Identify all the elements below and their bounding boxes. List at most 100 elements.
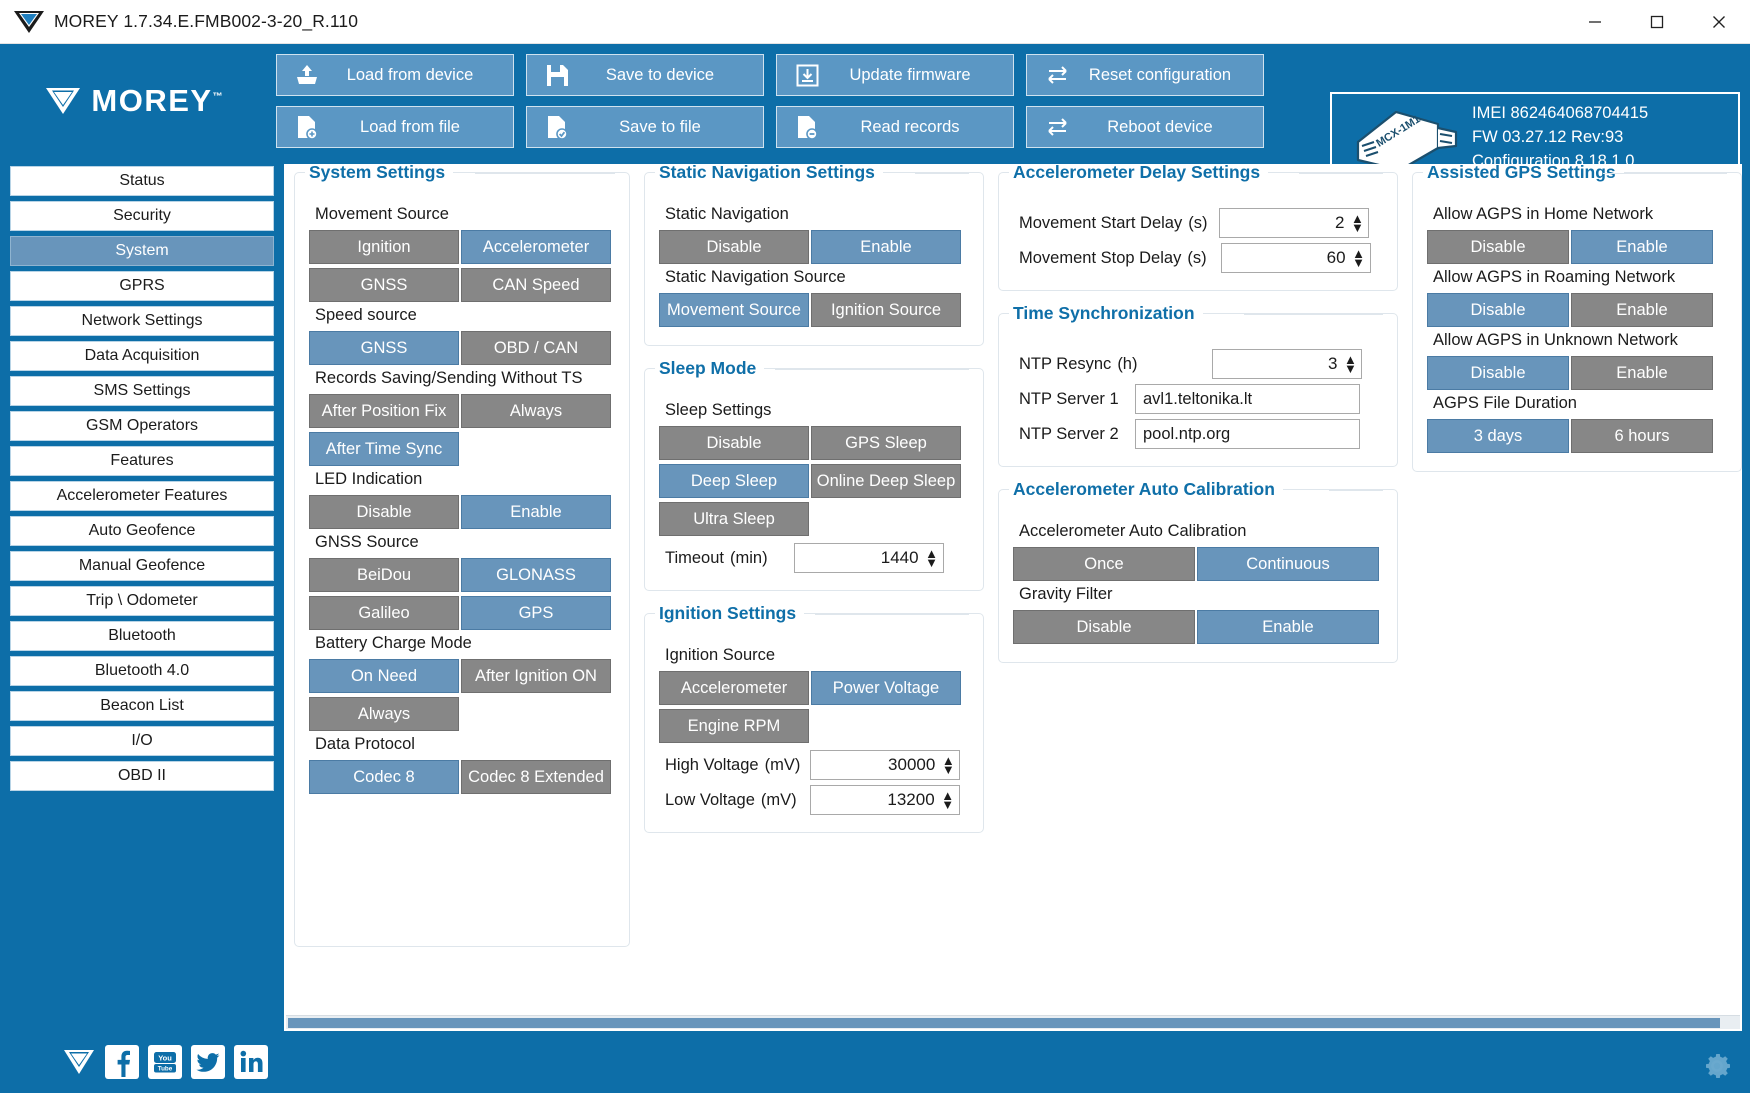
ignition-source-option-accelerometer[interactable]: Accelerometer: [659, 671, 809, 705]
movement-source-option-ignition[interactable]: Ignition: [309, 230, 459, 264]
ignition-source-option-power-voltage[interactable]: Power Voltage: [811, 671, 961, 705]
sidebar-item-gprs[interactable]: GPRS: [10, 271, 274, 301]
data-protocol-options: Codec 8 Codec 8 Extended: [309, 760, 615, 796]
static-nav-source-option-movement-source[interactable]: Movement Source: [659, 293, 809, 327]
ntp-resync-stepper[interactable]: 3 ▲ ▼: [1212, 349, 1363, 379]
ntp-server-1-input[interactable]: avl1.teltonika.lt: [1135, 384, 1360, 414]
data-protocol-option-codec-8-extended[interactable]: Codec 8 Extended: [461, 760, 611, 794]
gnss-source-option-beidou[interactable]: BeiDou: [309, 558, 459, 592]
movement-source-option-gnss[interactable]: GNSS: [309, 268, 459, 302]
ignition-source-option-engine-rpm[interactable]: Engine RPM: [659, 709, 809, 743]
ntp-server-2-input[interactable]: pool.ntp.org: [1135, 419, 1360, 449]
load-from-device-button[interactable]: Load from device: [276, 54, 514, 96]
gnss-source-option-gps[interactable]: GPS: [461, 596, 611, 630]
close-button[interactable]: [1688, 0, 1750, 44]
sleep-option-online-deep-sleep[interactable]: Online Deep Sleep: [811, 464, 961, 498]
maximize-button[interactable]: [1626, 0, 1688, 44]
update-firmware-button[interactable]: Update firmware: [776, 54, 1014, 96]
movement-stop-delay-stepper[interactable]: 60 ▲ ▼: [1220, 243, 1371, 273]
static-navigation-option-enable[interactable]: Enable: [811, 230, 961, 264]
sleep-option-disable[interactable]: Disable: [659, 426, 809, 460]
agps-unknown-network-option-disable[interactable]: Disable: [1427, 356, 1569, 390]
agps-home-network-option-enable[interactable]: Enable: [1571, 230, 1713, 264]
static-navigation-option-disable[interactable]: Disable: [659, 230, 809, 264]
twitter-icon[interactable]: [191, 1045, 225, 1079]
sidebar-item-manual-geofence[interactable]: Manual Geofence: [10, 551, 274, 581]
sidebar-item-security[interactable]: Security: [10, 201, 274, 231]
sidebar-item-bluetooth-40[interactable]: Bluetooth 4.0: [10, 656, 274, 686]
sidebar-item-bluetooth[interactable]: Bluetooth: [10, 621, 274, 651]
sleep-timeout-spinner-arrows[interactable]: ▲ ▼: [925, 546, 939, 569]
sidebar-item-status[interactable]: Status: [10, 166, 274, 196]
sidebar-item-system[interactable]: System: [10, 236, 274, 266]
data-protocol-option-codec-8[interactable]: Codec 8: [309, 760, 459, 794]
high-voltage-stepper[interactable]: 30000 ▲ ▼: [810, 750, 961, 780]
horizontal-scrollbar[interactable]: [286, 1015, 1740, 1029]
records-option-after-position-fix[interactable]: After Position Fix: [309, 394, 459, 428]
agps-file-duration-option-6-hours[interactable]: 6 hours: [1571, 419, 1713, 453]
gravity-filter-option-disable[interactable]: Disable: [1013, 610, 1195, 644]
ntp-resync-spinner-arrows[interactable]: ▲ ▼: [1343, 352, 1357, 375]
battery-charge-option-after-ignition-on[interactable]: After Ignition ON: [461, 659, 611, 693]
gnss-source-option-galileo[interactable]: Galileo: [309, 596, 459, 630]
reset-configuration-button[interactable]: Reset configuration: [1026, 54, 1264, 96]
agps-home-network-option-disable[interactable]: Disable: [1427, 230, 1569, 264]
youtube-icon[interactable]: You Tube: [148, 1045, 182, 1079]
read-records-button[interactable]: Read records: [776, 106, 1014, 148]
sidebar-item-gsm-operators[interactable]: GSM Operators: [10, 411, 274, 441]
sidebar-item-obd-ii[interactable]: OBD II: [10, 761, 274, 791]
low-voltage-spinner-arrows[interactable]: ▲ ▼: [941, 788, 955, 811]
battery-charge-option-on-need[interactable]: On Need: [309, 659, 459, 693]
save-to-device-button[interactable]: Save to device: [526, 54, 764, 96]
reboot-device-button[interactable]: Reboot device: [1026, 106, 1264, 148]
speed-source-option-gnss[interactable]: GNSS: [309, 331, 459, 365]
movement-stop-delay-spinner-arrows[interactable]: ▲ ▼: [1352, 246, 1366, 269]
minimize-button[interactable]: [1564, 0, 1626, 44]
gnss-source-option-glonass[interactable]: GLONASS: [461, 558, 611, 592]
auto-calibration-option-once[interactable]: Once: [1013, 547, 1195, 581]
column-accel-time-calibration: Accelerometer Delay Settings Movement St…: [998, 164, 1398, 663]
sidebar-item-auto-geofence[interactable]: Auto Geofence: [10, 516, 274, 546]
sidebar-item-data-acquisition[interactable]: Data Acquisition: [10, 341, 274, 371]
sidebar-item-io[interactable]: I/O: [10, 726, 274, 756]
data-protocol-label: Data Protocol: [315, 735, 415, 753]
scrollbar-thumb[interactable]: [288, 1018, 1721, 1028]
sleep-option-gps-sleep[interactable]: GPS Sleep: [811, 426, 961, 460]
sleep-timeout-stepper[interactable]: 1440 ▲ ▼: [793, 543, 944, 573]
records-option-always[interactable]: Always: [461, 394, 611, 428]
auto-calibration-option-continuous[interactable]: Continuous: [1197, 547, 1379, 581]
agps-roaming-network-option-disable[interactable]: Disable: [1427, 293, 1569, 327]
led-indication-option-disable[interactable]: Disable: [309, 495, 459, 529]
sleep-option-ultra-sleep[interactable]: Ultra Sleep: [659, 502, 809, 536]
agps-file-duration-option-3-days[interactable]: 3 days: [1427, 419, 1569, 453]
movement-start-delay-stepper[interactable]: 2 ▲ ▼: [1219, 208, 1370, 238]
gear-icon[interactable]: [1700, 1049, 1734, 1083]
sidebar-item-features[interactable]: Features: [10, 446, 274, 476]
sidebar-item-beacon-list[interactable]: Beacon List: [10, 691, 274, 721]
morey-chevron-icon[interactable]: [62, 1045, 96, 1079]
sidebar-item-trip-odometer[interactable]: Trip \ Odometer: [10, 586, 274, 616]
battery-charge-option-always[interactable]: Always: [309, 697, 459, 731]
speed-source-option-obd-can[interactable]: OBD / CAN: [461, 331, 611, 365]
led-indication-option-enable[interactable]: Enable: [461, 495, 611, 529]
ignition-settings-group: Ignition Settings Ignition Source Accele…: [644, 603, 984, 833]
sidebar-item-label: Data Acquisition: [84, 347, 200, 364]
movement-source-option-accelerometer[interactable]: Accelerometer: [461, 230, 611, 264]
sidebar-item-sms-settings[interactable]: SMS Settings: [10, 376, 274, 406]
load-from-file-button[interactable]: Load from file: [276, 106, 514, 148]
save-to-file-button[interactable]: Save to file: [526, 106, 764, 148]
high-voltage-spinner-arrows[interactable]: ▲ ▼: [941, 753, 955, 776]
static-nav-source-option-ignition-source[interactable]: Ignition Source: [811, 293, 961, 327]
movement-source-option-can-speed[interactable]: CAN Speed: [461, 268, 611, 302]
records-option-after-time-sync[interactable]: After Time Sync: [309, 432, 459, 466]
sleep-option-deep-sleep[interactable]: Deep Sleep: [659, 464, 809, 498]
linkedin-icon[interactable]: [234, 1045, 268, 1079]
agps-roaming-network-option-enable[interactable]: Enable: [1571, 293, 1713, 327]
sidebar-item-network-settings[interactable]: Network Settings: [10, 306, 274, 336]
movement-start-delay-spinner-arrows[interactable]: ▲ ▼: [1350, 211, 1364, 234]
low-voltage-stepper[interactable]: 13200 ▲ ▼: [809, 785, 960, 815]
agps-unknown-network-option-enable[interactable]: Enable: [1571, 356, 1713, 390]
gravity-filter-option-enable[interactable]: Enable: [1197, 610, 1379, 644]
sidebar-item-accelerometer-features[interactable]: Accelerometer Features: [10, 481, 274, 511]
facebook-icon[interactable]: [105, 1045, 139, 1079]
